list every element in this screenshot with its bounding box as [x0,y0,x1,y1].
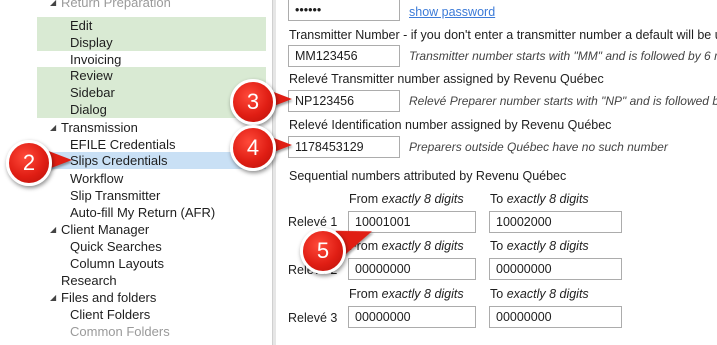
tree-item-client-folders[interactable]: Client Folders [70,306,150,323]
tree-item-files-and-folders[interactable]: Files and folders [61,289,156,306]
password-field[interactable] [288,0,400,21]
tree-item-display[interactable]: Display [37,34,266,51]
from-header: From exactly 8 digits [349,192,464,206]
tree-item-invoicing[interactable]: Invoicing [70,51,121,68]
tree-item-workflow[interactable]: Workflow [70,170,123,187]
releve-3-from-input[interactable] [348,306,476,328]
tree-item-quick-searches[interactable]: Quick Searches [70,238,162,255]
tree-item-efile-credentials[interactable]: EFILE Credentials [70,136,176,153]
callout-badge: 5 [300,228,346,274]
releve-2-from-input[interactable] [348,258,476,280]
slips-credentials-panel: show password Transmitter Number - if yo… [275,0,717,345]
releve-identification-input[interactable] [288,136,400,158]
tree-item-transmission[interactable]: Transmission [61,119,138,136]
transmitter-number-input[interactable] [288,45,400,67]
releve-identification-label: Relevé Identification number assigned by… [289,118,612,132]
callout-badge: 2 [6,140,52,186]
tree-item-column-layouts[interactable]: Column Layouts [70,255,164,272]
releve-2-to-input[interactable] [489,258,622,280]
releve-identification-hint: Preparers outside Québec have no such nu… [409,140,668,154]
to-header: To exactly 8 digits [490,239,589,253]
releve-transmitter-label: Relevé Transmitter number assigned by Re… [289,72,604,86]
transmitter-number-hint: Transmitter number starts with "MM" and … [409,49,717,63]
callout-badge: 3 [230,79,276,125]
from-header: From exactly 8 digits [349,287,464,301]
tree-item-research[interactable]: Research [61,272,117,289]
callout-badge: 4 [230,125,276,171]
tree-item-client-manager[interactable]: Client Manager [61,221,149,238]
releve-1-label: Relevé 1 [288,215,338,229]
tree-item-return-preparation[interactable]: Return Preparation [61,0,171,11]
expand-arrow-icon[interactable]: ◢ [50,119,56,136]
releve-transmitter-input[interactable] [288,90,400,112]
expand-arrow-icon[interactable]: ◢ [50,221,56,238]
expand-arrow-icon[interactable]: ◢ [50,0,56,11]
to-header: To exactly 8 digits [490,192,589,206]
tree-item-slip-transmitter[interactable]: Slip Transmitter [70,187,160,204]
releve-transmitter-hint: Relevé Preparer number starts with "NP" … [409,94,717,108]
tree-item-edit[interactable]: Edit [37,17,266,34]
transmitter-number-label: Transmitter Number - if you don't enter … [289,28,717,42]
tree-item-review[interactable]: Review [37,67,266,84]
tree-item-auto-fill-my-return[interactable]: Auto-fill My Return (AFR) [70,204,215,221]
expand-arrow-icon[interactable]: ◢ [50,289,56,306]
releve-3-label: Relevé 3 [288,311,338,325]
to-header: To exactly 8 digits [490,287,589,301]
tree-item-common-folders[interactable]: Common Folders [70,323,170,340]
show-password-link[interactable]: show password [409,5,495,19]
sequential-numbers-title: Sequential numbers attributed by Revenu … [289,169,567,183]
releve-3-to-input[interactable] [489,306,622,328]
releve-1-to-input[interactable] [489,211,622,233]
